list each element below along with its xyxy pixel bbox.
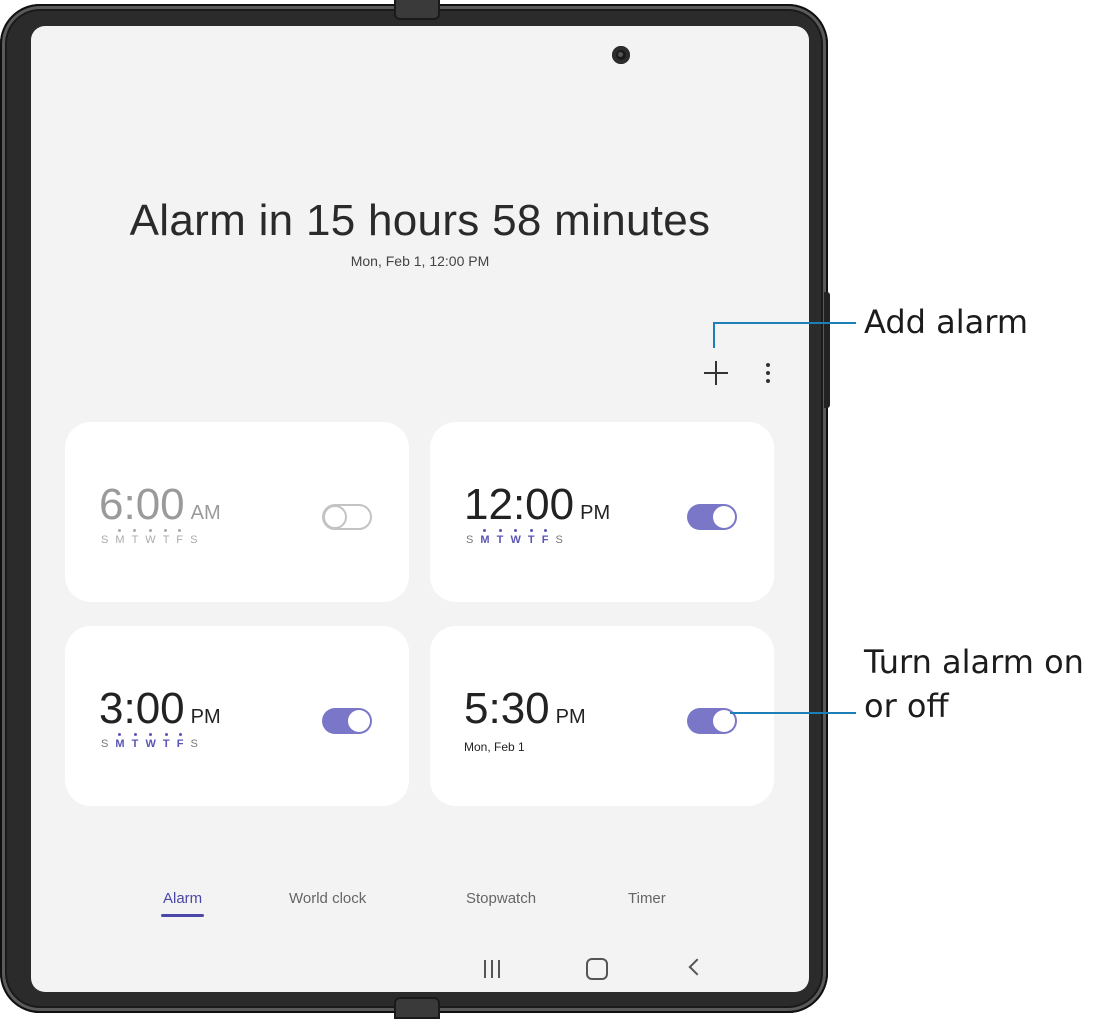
alarm-time-value: 3:00 [99, 684, 185, 733]
home-icon[interactable] [586, 958, 608, 980]
alarm-repeat-days: S M T W T F S [466, 534, 565, 546]
day-tue: T [131, 738, 141, 750]
day-sun: S [466, 534, 476, 546]
alarm-time-value: 6:00 [99, 480, 185, 529]
day-sat: S [190, 738, 200, 750]
toggle-knob [323, 505, 347, 529]
day-sat: S [190, 534, 200, 546]
alarm-toggle[interactable] [322, 504, 372, 530]
day-sun: S [101, 738, 111, 750]
system-navigation-bar [31, 954, 809, 992]
day-thu: T [162, 738, 172, 750]
side-button [824, 292, 830, 408]
day-tue: T [131, 534, 141, 546]
alarm-time: 3:00 PM [99, 684, 221, 734]
tab-stopwatch[interactable]: Stopwatch [466, 890, 536, 907]
front-camera [612, 46, 630, 64]
day-tue: T [496, 534, 506, 546]
day-mon: M [115, 738, 127, 750]
alarm-card-12pm[interactable]: 12:00 PM S M T W T F S [430, 422, 774, 602]
add-alarm-callout-label: Add alarm [864, 303, 1028, 341]
alarm-time-value: 12:00 [464, 480, 575, 529]
toggle-knob [713, 506, 735, 528]
day-sat: S [555, 534, 565, 546]
more-options-icon[interactable] [762, 362, 774, 386]
alarm-toggle[interactable] [687, 504, 737, 530]
alarm-time: 5:30 PM [464, 684, 586, 734]
add-alarm-callout-vertical [713, 322, 715, 348]
hinge-bottom [394, 997, 440, 1019]
tab-timer[interactable]: Timer [628, 890, 666, 907]
next-alarm-headline: Alarm in 15 hours 58 minutes [129, 196, 711, 245]
alarm-ampm: PM [580, 502, 611, 524]
day-sun: S [101, 534, 111, 546]
day-fri: F [176, 534, 186, 546]
recents-icon[interactable] [484, 960, 504, 978]
tab-world-clock[interactable]: World clock [289, 890, 366, 907]
alarm-time: 6:00 AM [99, 480, 221, 530]
day-fri: F [176, 738, 186, 750]
day-wed: W [145, 738, 158, 750]
hinge-top [394, 0, 440, 20]
toggle-callout-line [730, 712, 856, 714]
clock-app-screen: Alarm in 15 hours 58 minutes Mon, Feb 1,… [31, 26, 809, 992]
tab-alarm[interactable]: Alarm [160, 890, 205, 917]
day-mon: M [115, 534, 127, 546]
toggle-knob [348, 710, 370, 732]
back-icon[interactable] [688, 958, 706, 976]
foldable-phone-frame: Alarm in 15 hours 58 minutes Mon, Feb 1,… [0, 0, 830, 1019]
day-fri: F [541, 534, 551, 546]
alarm-ampm: AM [190, 502, 221, 524]
day-wed: W [510, 534, 523, 546]
toggle-callout-label-line1: Turn alarm on [864, 643, 1084, 681]
alarm-time-value: 5:30 [464, 684, 550, 733]
alarm-time: 12:00 PM [464, 480, 610, 530]
alarm-repeat-days: S M T W T F S [101, 738, 200, 750]
alarm-card-530pm[interactable]: 5:30 PM Mon, Feb 1 [430, 626, 774, 806]
alarm-toggle[interactable] [322, 708, 372, 734]
day-mon: M [480, 534, 492, 546]
alarm-ampm: PM [190, 706, 221, 728]
toggle-callout-label-line2: or off [864, 687, 949, 725]
alarm-repeat-days: S M T W T F S [101, 534, 199, 546]
alarm-card-3pm[interactable]: 3:00 PM S M T W T F S [65, 626, 409, 806]
day-thu: T [527, 534, 537, 546]
plus-icon[interactable] [703, 360, 729, 386]
bottom-tab-bar: Alarm World clock Stopwatch Timer [31, 890, 809, 926]
alarm-card-6am[interactable]: 6:00 AM S M T W T F S [65, 422, 409, 602]
add-alarm-callout-horizontal [713, 322, 856, 324]
day-wed: W [145, 534, 158, 546]
alarm-ampm: PM [555, 706, 586, 728]
next-alarm-date: Mon, Feb 1, 12:00 PM [350, 253, 490, 269]
day-thu: T [162, 534, 172, 546]
alarm-date: Mon, Feb 1 [464, 740, 525, 754]
